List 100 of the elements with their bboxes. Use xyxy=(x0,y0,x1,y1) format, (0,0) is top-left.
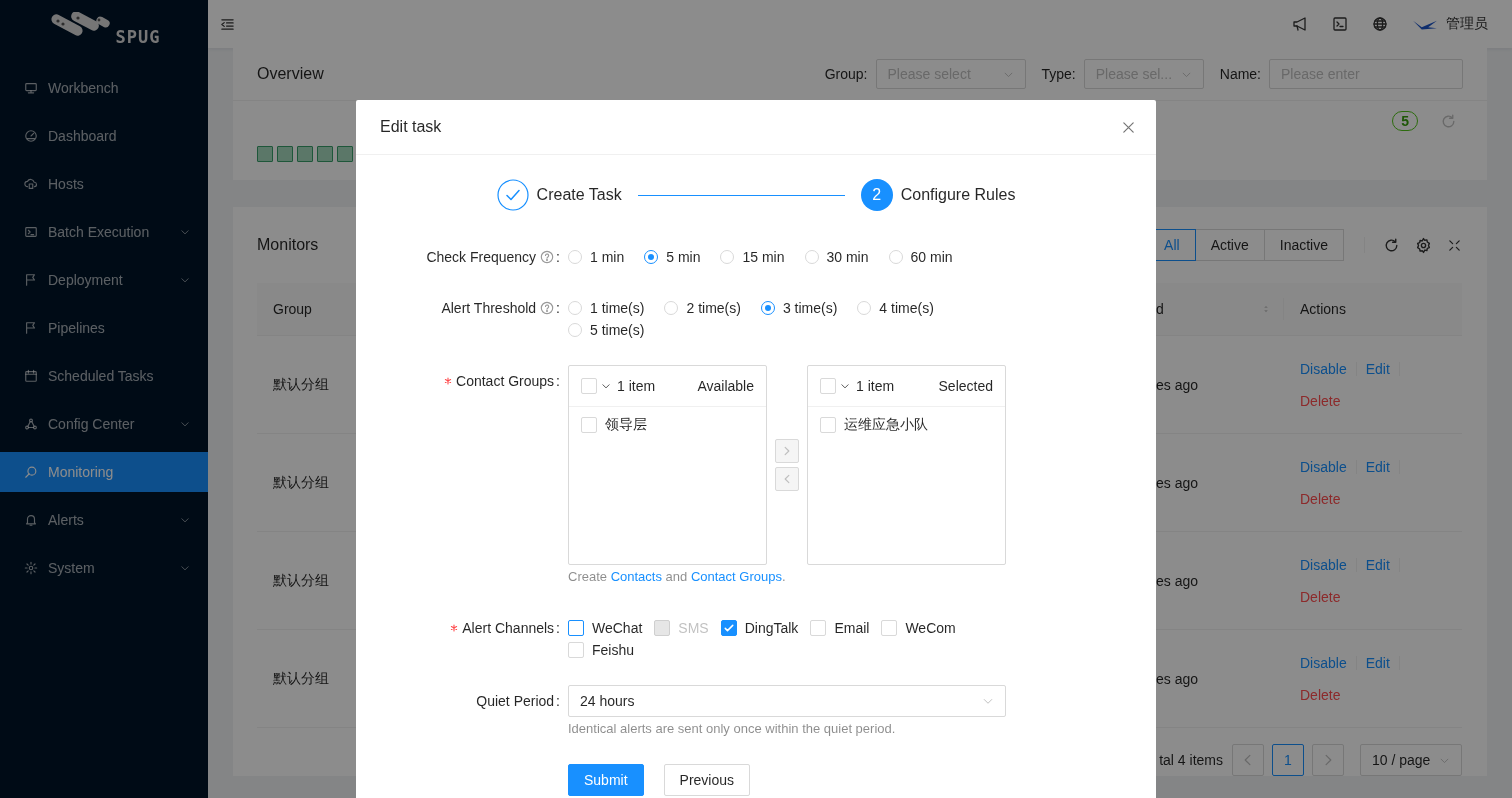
menu-item[interactable]: Pipelines xyxy=(0,308,208,348)
action-link[interactable]: Edit xyxy=(1365,646,1390,679)
action-link[interactable]: Delete xyxy=(1300,678,1341,711)
help-text: Identical alerts are sent only once within the quiet period. xyxy=(568,720,897,738)
check-icon xyxy=(722,622,735,634)
checkbox[interactable] xyxy=(581,378,597,394)
help-link[interactable]: Contacts xyxy=(610,569,662,584)
list-title: Available xyxy=(697,378,754,394)
select-field[interactable]: 24 hours xyxy=(568,685,1006,717)
field-label: Contact Groups xyxy=(456,373,555,389)
table-cell-text: es ago xyxy=(1156,375,1200,395)
status-block[interactable] xyxy=(317,146,333,162)
item-count: 1 item xyxy=(856,378,895,394)
settings-icon[interactable] xyxy=(1415,236,1432,254)
table-cell-text: es ago xyxy=(1156,571,1200,591)
menu-icon[interactable] xyxy=(220,16,235,32)
checkbox-option[interactable]: WeChat xyxy=(568,617,651,639)
move-right-icon[interactable] xyxy=(775,439,799,463)
table-cell: 默认分组 xyxy=(273,473,329,490)
table-cell: 默认分组 xyxy=(273,375,329,392)
caret-icon[interactable] xyxy=(840,381,850,391)
filter-tab[interactable]: Active xyxy=(1194,229,1265,261)
action-link[interactable]: Delete xyxy=(1300,482,1341,515)
user-name[interactable]: 管理员 xyxy=(1446,15,1488,33)
status-block[interactable] xyxy=(297,146,313,162)
transfer-item[interactable]: 运维应急小队 xyxy=(808,409,1005,441)
close-icon[interactable] xyxy=(1121,119,1136,135)
checkbox-option[interactable]: Email xyxy=(810,617,878,639)
menu-item[interactable]: Deployment xyxy=(0,260,208,300)
radio-option[interactable]: 60 min xyxy=(888,246,961,268)
previous-button[interactable]: Previous xyxy=(663,764,751,796)
brand-name: SPUG xyxy=(115,27,161,47)
fullscreen-icon[interactable] xyxy=(1447,237,1462,253)
radio-option[interactable]: 5 time(s) xyxy=(568,319,653,341)
column-header: Group xyxy=(273,301,312,317)
menu-item[interactable]: Batch Execution xyxy=(0,212,208,252)
field-label: Alert Channels xyxy=(462,620,555,636)
field-label: Check Frequency xyxy=(426,249,537,265)
help-link[interactable]: Contact Groups xyxy=(690,569,782,584)
column-header: Actions xyxy=(1299,301,1347,317)
menu-item[interactable]: Scheduled Tasks xyxy=(0,356,208,396)
status-block[interactable] xyxy=(337,146,353,162)
step-label: Configure Rules xyxy=(900,186,1016,204)
table-cell-text: es ago xyxy=(1156,669,1200,689)
transfer-item[interactable]: 领导层 xyxy=(569,409,766,441)
field-label: Alert Threshold xyxy=(441,300,537,316)
refresh-icon[interactable] xyxy=(1383,236,1400,254)
menu-item[interactable]: Dashboard xyxy=(0,116,208,156)
action-link[interactable]: Disable xyxy=(1300,548,1347,581)
megaphone-icon[interactable] xyxy=(1292,16,1308,32)
action-link[interactable]: Disable xyxy=(1300,352,1347,385)
move-left-icon[interactable] xyxy=(775,467,799,491)
action-link[interactable]: Edit xyxy=(1365,352,1390,385)
status-block[interactable] xyxy=(277,146,293,162)
total-count: tal 4 items xyxy=(1159,752,1223,768)
menu-item[interactable]: Monitoring xyxy=(0,452,208,492)
terminal-icon[interactable] xyxy=(1332,16,1348,32)
step-label: Create Task xyxy=(536,186,622,204)
card-title: Monitors xyxy=(257,236,319,254)
radio-option[interactable]: 30 min xyxy=(804,246,877,268)
action-link[interactable]: Delete xyxy=(1300,580,1341,613)
checkbox-option[interactable]: Feishu xyxy=(568,639,643,661)
page-size-select[interactable]: 10 / page xyxy=(1360,744,1462,776)
help-text: Create Contacts and Contact Groups. xyxy=(568,568,787,586)
radio-option[interactable]: 1 min xyxy=(568,246,633,268)
radio-option[interactable]: 5 min xyxy=(644,246,709,268)
step-number: 2 xyxy=(860,179,893,211)
filter-label: Type: xyxy=(1041,66,1076,82)
globe-icon[interactable] xyxy=(1372,16,1388,32)
checkbox-option[interactable]: WeCom xyxy=(881,617,964,639)
radio-option[interactable]: 4 time(s) xyxy=(857,297,942,319)
action-link[interactable]: Disable xyxy=(1300,646,1347,679)
radio-option[interactable]: 3 time(s) xyxy=(760,297,846,319)
modal-title: Edit task xyxy=(380,118,442,136)
status-block[interactable] xyxy=(257,146,273,162)
menu-item[interactable]: Config Center xyxy=(0,404,208,444)
previous-icon[interactable] xyxy=(1232,744,1264,776)
menu-item[interactable]: Workbench xyxy=(0,68,208,108)
action-link[interactable]: Disable xyxy=(1300,450,1347,483)
column-header: d xyxy=(1156,301,1164,317)
table-cell-text: es ago xyxy=(1156,473,1200,493)
item-count: 1 item xyxy=(617,378,656,394)
field-label: Quiet Period xyxy=(476,693,555,709)
menu-item[interactable]: Alerts xyxy=(0,500,208,540)
filter-tab[interactable]: Inactive xyxy=(1263,229,1344,261)
caret-icon[interactable] xyxy=(601,381,611,391)
page-button[interactable]: 1 xyxy=(1272,744,1304,776)
checkbox-option[interactable]: DingTalk xyxy=(720,617,807,639)
checkbox[interactable] xyxy=(820,378,836,394)
action-link[interactable]: Delete xyxy=(1300,384,1341,417)
action-link[interactable]: Edit xyxy=(1365,450,1390,483)
radio-option[interactable]: 15 min xyxy=(720,246,793,268)
menu-item[interactable]: Hosts xyxy=(0,164,208,204)
radio-option[interactable]: 2 time(s) xyxy=(664,297,749,319)
action-link[interactable]: Edit xyxy=(1365,548,1390,581)
next-icon[interactable] xyxy=(1312,744,1344,776)
table-cell: 默认分组 xyxy=(273,669,329,686)
submit-button[interactable]: Submit xyxy=(568,764,644,796)
menu-item[interactable]: System xyxy=(0,548,208,588)
radio-option[interactable]: 1 time(s) xyxy=(568,297,653,319)
